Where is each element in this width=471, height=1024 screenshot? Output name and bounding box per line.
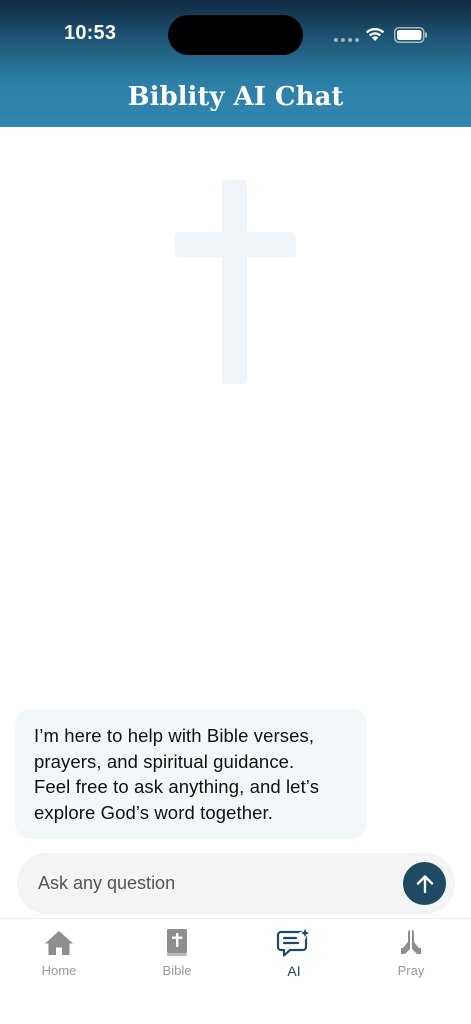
message-line: explore God’s word together. xyxy=(34,801,273,823)
tab-label: Bible xyxy=(162,963,192,978)
home-icon xyxy=(45,931,73,955)
status-time: 10:53 xyxy=(64,22,117,44)
assistant-message-text: I’m here to help with Bible verses, pray… xyxy=(34,723,349,825)
ai-chat-screen: 10:53 Biblity AI Chat I’m here to help w… xyxy=(0,0,471,1024)
tab-bible[interactable]: Bible xyxy=(132,927,222,987)
message-line: Feel free to ask anything, and let’s xyxy=(34,776,320,797)
assistant-message-bubble: I’m here to help with Bible verses, pray… xyxy=(15,709,367,839)
dynamic-island xyxy=(168,15,303,55)
tab-label: Home xyxy=(41,963,77,978)
tab-home[interactable]: Home xyxy=(14,927,104,987)
message-line: I’m here to help with Bible verses, xyxy=(34,725,315,746)
praying-hands-icon xyxy=(401,930,421,954)
battery-icon xyxy=(394,27,427,43)
tab-label: AI xyxy=(287,963,301,979)
page-title: Biblity AI Chat xyxy=(127,82,344,112)
tab-pray[interactable]: Pray xyxy=(366,927,456,987)
tab-bar: Home Bible AI Pray xyxy=(0,918,471,1024)
ai-chat-icon xyxy=(276,927,312,957)
message-line: prayers, and spiritual guidance. xyxy=(34,750,295,772)
bible-icon xyxy=(167,929,187,956)
tab-ai[interactable]: AI xyxy=(249,927,339,987)
header: 10:53 Biblity AI Chat xyxy=(0,0,471,127)
cellular-signal-icon xyxy=(334,38,359,42)
cross-icon xyxy=(175,180,296,384)
arrow-up-icon xyxy=(416,874,433,893)
chat-input-bar xyxy=(17,853,455,914)
tab-label: Pray xyxy=(397,963,425,978)
question-input[interactable] xyxy=(17,853,397,914)
wifi-icon xyxy=(365,27,385,41)
send-button[interactable] xyxy=(403,862,446,905)
